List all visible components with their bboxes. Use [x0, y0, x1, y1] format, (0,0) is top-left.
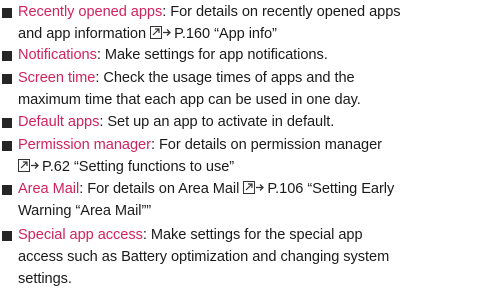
description-text: settings. [18, 271, 72, 287]
list-item-line: and app information P.160 “App info” [18, 24, 277, 44]
term-screen-time: Screen time [18, 70, 96, 86]
term-recently-opened-apps: Recently opened apps [18, 4, 163, 20]
term-area-mail: Area Mail [18, 181, 80, 197]
description-text: maximum time that each app can be used i… [18, 92, 361, 108]
description-text: : Set up an app to activate in default. [99, 114, 335, 130]
description-text: access such as Battery optimization and … [18, 249, 390, 265]
description-text: : For details on recently opened apps [162, 4, 401, 20]
reference-arrow-icon [18, 159, 40, 172]
list-item-line: Warning “Area Mail”” [18, 201, 151, 221]
description-text: : Check the usage times of apps and the [95, 70, 355, 86]
description-text: : Make settings for app notifications. [96, 47, 328, 63]
term-special-app-access: Special app access [18, 227, 143, 243]
bullet-square-icon [2, 118, 12, 128]
list-item-line: Recently opened apps: For details on rec… [18, 2, 401, 22]
list-item-line: access such as Battery optimization and … [18, 247, 389, 267]
page-reference: P.160 “App info” [174, 26, 277, 42]
bullet-square-icon [2, 8, 12, 18]
page-reference: P.62 “Setting functions to use” [42, 159, 235, 175]
reference-arrow-icon [243, 181, 265, 194]
description-text: : For details on permission manager [150, 137, 382, 153]
list-item-line: Special app access: Make settings for th… [18, 225, 363, 245]
list-item-line: P.62 “Setting functions to use” [18, 157, 234, 177]
description-text: : Make settings for the special app [142, 227, 363, 243]
term-permission-manager: Permission manager [18, 137, 151, 153]
bullet-square-icon [2, 74, 12, 84]
description-text: and app information [18, 26, 147, 42]
list-item-line: Screen time: Check the usage times of ap… [18, 68, 355, 88]
list-item-line: maximum time that each app can be used i… [18, 90, 361, 110]
list-item-line: Notifications: Make settings for app not… [18, 45, 328, 65]
bullet-square-icon [2, 231, 12, 241]
description-text: Warning “Area Mail”” [18, 203, 152, 219]
bullet-square-icon [2, 51, 12, 61]
list-item-line: Permission manager: For details on permi… [18, 135, 382, 155]
term-notifications: Notifications [18, 47, 97, 63]
term-default-apps: Default apps [18, 114, 100, 130]
page-reference: P.106 “Setting Early [267, 181, 395, 197]
description-text: : For details on Area Mail [79, 181, 240, 197]
reference-arrow-icon [150, 26, 172, 39]
bullet-square-icon [2, 185, 12, 195]
list-item-line: Area Mail: For details on Area Mail P.106… [18, 179, 394, 199]
list-item-line: settings. [18, 269, 72, 289]
list-item-line: Default apps: Set up an app to activate … [18, 112, 334, 132]
bullet-square-icon [2, 141, 12, 151]
